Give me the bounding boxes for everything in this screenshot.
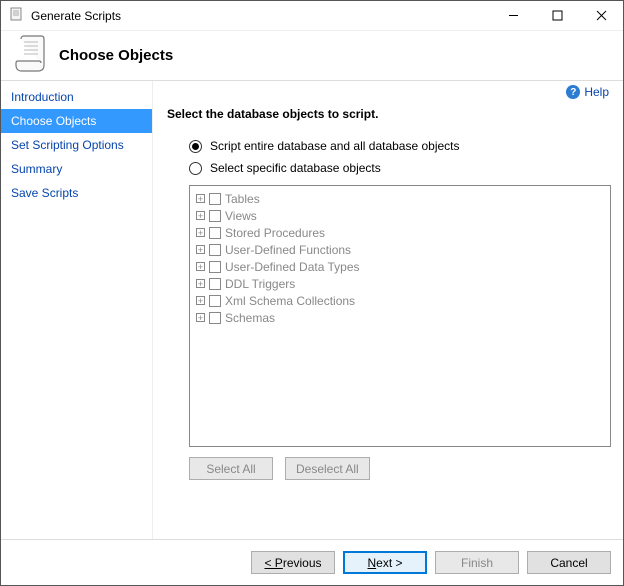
tree-label: Views — [225, 209, 257, 223]
step-choose-objects[interactable]: Choose Objects — [1, 109, 152, 133]
wizard-steps-sidebar: Introduction Choose Objects Set Scriptin… — [1, 81, 153, 539]
wizard-header: Choose Objects — [1, 31, 623, 81]
tree-label: User-Defined Data Types — [225, 260, 360, 274]
cancel-button[interactable]: Cancel — [527, 551, 611, 574]
close-button[interactable] — [579, 1, 623, 31]
minimize-button[interactable] — [491, 1, 535, 31]
selection-button-row: Select All Deselect All — [189, 457, 611, 480]
checkbox-icon[interactable] — [209, 261, 221, 273]
next-button[interactable]: Next > — [343, 551, 427, 574]
tree-node-xml-schema-collections[interactable]: + Xml Schema Collections — [196, 292, 604, 309]
instruction-text: Select the database objects to script. — [167, 107, 611, 121]
checkbox-icon[interactable] — [209, 278, 221, 290]
tree-node-user-defined-functions[interactable]: + User-Defined Functions — [196, 241, 604, 258]
help-label: Help — [584, 85, 609, 99]
deselect-all-button[interactable]: Deselect All — [285, 457, 370, 480]
expand-icon[interactable]: + — [196, 296, 205, 305]
tree-label: DDL Triggers — [225, 277, 295, 291]
help-icon: ? — [566, 85, 580, 99]
checkbox-icon[interactable] — [209, 312, 221, 324]
tree-node-user-defined-data-types[interactable]: + User-Defined Data Types — [196, 258, 604, 275]
app-icon — [9, 6, 25, 25]
checkbox-icon[interactable] — [209, 193, 221, 205]
step-set-scripting-options[interactable]: Set Scripting Options — [1, 133, 152, 157]
titlebar: Generate Scripts — [1, 1, 623, 31]
tree-node-schemas[interactable]: + Schemas — [196, 309, 604, 326]
tree-node-tables[interactable]: + Tables — [196, 190, 604, 207]
step-save-scripts[interactable]: Save Scripts — [1, 181, 152, 205]
radio-icon — [189, 140, 202, 153]
checkbox-icon[interactable] — [209, 295, 221, 307]
select-all-button[interactable]: Select All — [189, 457, 273, 480]
expand-icon[interactable]: + — [196, 211, 205, 220]
window-frame: Generate Scripts Choose Objects Introduc… — [0, 0, 624, 586]
tree-node-stored-procedures[interactable]: + Stored Procedures — [196, 224, 604, 241]
wizard-footer: < Previous Next > Finish Cancel — [1, 539, 623, 585]
step-summary[interactable]: Summary — [1, 157, 152, 181]
tree-node-views[interactable]: + Views — [196, 207, 604, 224]
radio-specific-objects[interactable]: Select specific database objects — [189, 161, 611, 175]
radio-entire-label: Script entire database and all database … — [210, 139, 460, 153]
expand-icon[interactable]: + — [196, 194, 205, 203]
maximize-button[interactable] — [535, 1, 579, 31]
help-link[interactable]: ? Help — [566, 85, 609, 99]
radio-entire-database[interactable]: Script entire database and all database … — [189, 139, 611, 153]
expand-icon[interactable]: + — [196, 279, 205, 288]
script-icon — [15, 35, 49, 76]
tree-node-ddl-triggers[interactable]: + DDL Triggers — [196, 275, 604, 292]
expand-icon[interactable]: + — [196, 262, 205, 271]
tree-label: Tables — [225, 192, 260, 206]
checkbox-icon[interactable] — [209, 210, 221, 222]
tree-label: Xml Schema Collections — [225, 294, 355, 308]
step-introduction[interactable]: Introduction — [1, 85, 152, 109]
tree-label: Schemas — [225, 311, 275, 325]
window-title: Generate Scripts — [31, 9, 121, 23]
main-panel: ? Help Select the database objects to sc… — [153, 81, 623, 539]
objects-tree: + Tables + Views + Stored Procedures + — [189, 185, 611, 447]
previous-button[interactable]: < Previous — [251, 551, 335, 574]
expand-icon[interactable]: + — [196, 313, 205, 322]
expand-icon[interactable]: + — [196, 245, 205, 254]
finish-button[interactable]: Finish — [435, 551, 519, 574]
page-title: Choose Objects — [59, 47, 173, 64]
checkbox-icon[interactable] — [209, 227, 221, 239]
checkbox-icon[interactable] — [209, 244, 221, 256]
body-area: Introduction Choose Objects Set Scriptin… — [1, 81, 623, 539]
radio-icon — [189, 162, 202, 175]
tree-label: Stored Procedures — [225, 226, 325, 240]
expand-icon[interactable]: + — [196, 228, 205, 237]
radio-specific-label: Select specific database objects — [210, 161, 381, 175]
tree-label: User-Defined Functions — [225, 243, 351, 257]
